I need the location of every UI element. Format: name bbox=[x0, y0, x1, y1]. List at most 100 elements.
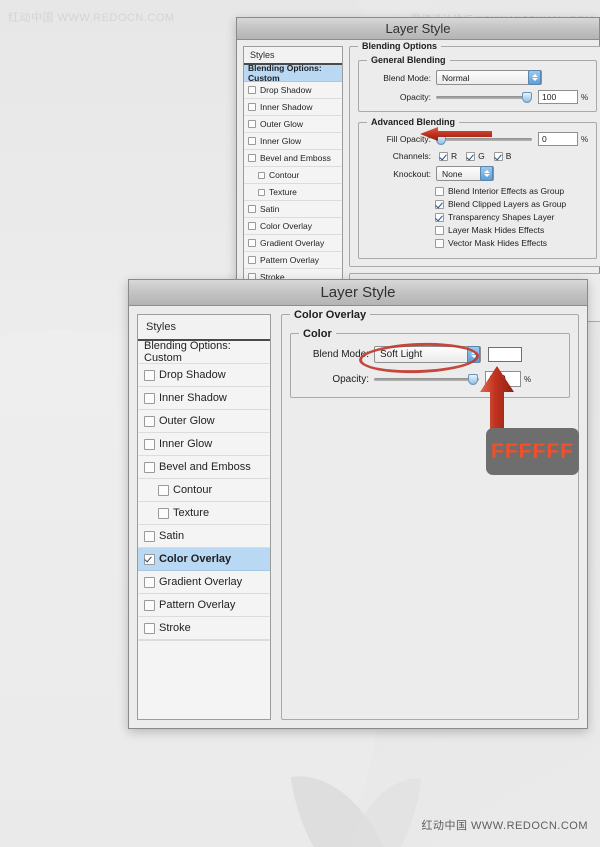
checkbox-icon[interactable] bbox=[144, 439, 155, 450]
slider-knob[interactable] bbox=[522, 92, 532, 103]
stepper-arrows-icon[interactable] bbox=[480, 166, 493, 181]
checkbox-icon[interactable] bbox=[435, 226, 444, 235]
advanced-checkbox-layer-mask-hides-effects[interactable]: Layer Mask Hides Effects bbox=[435, 225, 588, 235]
checkbox-icon[interactable] bbox=[258, 172, 265, 179]
checkbox-icon[interactable] bbox=[144, 531, 155, 542]
dialog-titlebar-bottom[interactable]: Layer Style bbox=[129, 280, 587, 306]
style-list-item-stroke[interactable]: Stroke bbox=[138, 617, 270, 640]
slider-knob[interactable] bbox=[436, 134, 446, 145]
checkbox-icon[interactable] bbox=[435, 239, 444, 248]
checkbox-icon[interactable] bbox=[144, 600, 155, 611]
color-group-label: Color bbox=[299, 328, 336, 340]
style-list-item-gradient-overlay[interactable]: Gradient Overlay bbox=[138, 571, 270, 594]
advanced-checkbox-transparency-shapes-layer[interactable]: Transparency Shapes Layer bbox=[435, 212, 588, 222]
layer-style-dialog-bottom[interactable]: Layer Style Styles Blending Options: Cus… bbox=[128, 279, 588, 729]
styles-list-empty-area bbox=[138, 640, 270, 719]
dialog-titlebar-top[interactable]: Layer Style bbox=[237, 18, 599, 40]
style-list-item-inner-shadow[interactable]: Inner Shadow bbox=[244, 99, 342, 116]
style-list-item-label: Inner Glow bbox=[260, 136, 301, 146]
checkbox-icon[interactable] bbox=[248, 222, 256, 230]
general-blending-group: General Blending Blend Mode: Normal Opac… bbox=[358, 60, 597, 112]
checkbox-icon[interactable] bbox=[248, 120, 256, 128]
checkbox-icon[interactable] bbox=[248, 205, 256, 213]
opacity-input-top[interactable]: 100 bbox=[538, 90, 578, 104]
checkbox-icon[interactable] bbox=[144, 416, 155, 427]
style-list-item-label: Texture bbox=[173, 507, 209, 519]
opacity-slider-bottom[interactable] bbox=[374, 373, 479, 386]
checkbox-icon[interactable] bbox=[248, 137, 256, 145]
fill-opacity-input[interactable]: 0 bbox=[538, 132, 578, 146]
checkbox-icon[interactable] bbox=[248, 154, 256, 162]
checkbox-icon[interactable] bbox=[248, 103, 256, 111]
checkbox-icon[interactable] bbox=[144, 554, 155, 565]
style-list-item-drop-shadow[interactable]: Drop Shadow bbox=[244, 82, 342, 99]
style-list-item-blending-options-custom[interactable]: Blending Options: Custom bbox=[244, 65, 342, 82]
style-list-item-color-overlay[interactable]: Color Overlay bbox=[244, 218, 342, 235]
checkbox-icon[interactable] bbox=[248, 239, 256, 247]
style-list-item-color-overlay[interactable]: Color Overlay bbox=[138, 548, 270, 571]
checkbox-icon[interactable] bbox=[435, 200, 444, 209]
slider-knob[interactable] bbox=[468, 374, 478, 385]
opacity-label-top: Opacity: bbox=[367, 92, 431, 102]
checkbox-icon[interactable] bbox=[248, 256, 256, 264]
opacity-input-bottom[interactable]: 100 bbox=[485, 371, 521, 387]
style-list-item-drop-shadow[interactable]: Drop Shadow bbox=[138, 364, 270, 387]
style-list-item-inner-glow[interactable]: Inner Glow bbox=[138, 433, 270, 456]
checkbox-icon[interactable] bbox=[158, 485, 169, 496]
style-list-item-pattern-overlay[interactable]: Pattern Overlay bbox=[244, 252, 342, 269]
advanced-checkbox-label: Blend Interior Effects as Group bbox=[448, 186, 564, 196]
stepper-arrows-icon[interactable] bbox=[467, 346, 480, 363]
checkbox-icon[interactable] bbox=[435, 213, 444, 222]
style-list-item-inner-glow[interactable]: Inner Glow bbox=[244, 133, 342, 150]
checkbox-icon[interactable] bbox=[439, 152, 448, 161]
advanced-checkbox-blend-clipped-layers-as-group[interactable]: Blend Clipped Layers as Group bbox=[435, 199, 588, 209]
style-list-item-pattern-overlay[interactable]: Pattern Overlay bbox=[138, 594, 270, 617]
style-list-item-satin[interactable]: Satin bbox=[138, 525, 270, 548]
styles-list-bottom[interactable]: Styles Blending Options: CustomDrop Shad… bbox=[137, 314, 271, 720]
stepper-arrows-icon[interactable] bbox=[528, 70, 541, 85]
checkbox-icon[interactable] bbox=[435, 187, 444, 196]
opacity-unit-bottom: % bbox=[524, 375, 531, 384]
knockout-select[interactable]: None bbox=[436, 166, 494, 181]
color-subgroup: Color Blend Mode: Soft Light Opacity: bbox=[290, 333, 570, 398]
style-list-item-bevel-and-emboss[interactable]: Bevel and Emboss bbox=[244, 150, 342, 167]
layer-style-dialog-top[interactable]: Layer Style Styles Blending Options: Cus… bbox=[236, 17, 600, 287]
color-swatch[interactable] bbox=[488, 347, 522, 362]
channel-g[interactable]: G bbox=[466, 151, 485, 161]
style-list-item-label: Inner Shadow bbox=[159, 392, 227, 404]
checkbox-icon[interactable] bbox=[144, 462, 155, 473]
style-list-item-bevel-and-emboss[interactable]: Bevel and Emboss bbox=[138, 456, 270, 479]
fill-opacity-slider[interactable] bbox=[436, 133, 532, 146]
style-list-item-outer-glow[interactable]: Outer Glow bbox=[138, 410, 270, 433]
style-list-item-texture[interactable]: Texture bbox=[138, 502, 270, 525]
checkbox-icon[interactable] bbox=[494, 152, 503, 161]
channel-r[interactable]: R bbox=[439, 151, 457, 161]
style-list-item-gradient-overlay[interactable]: Gradient Overlay bbox=[244, 235, 342, 252]
checkbox-icon[interactable] bbox=[466, 152, 475, 161]
advanced-checkbox-vector-mask-hides-effects[interactable]: Vector Mask Hides Effects bbox=[435, 238, 588, 248]
channel-b[interactable]: B bbox=[494, 151, 512, 161]
checkbox-icon[interactable] bbox=[144, 393, 155, 404]
style-list-item-texture[interactable]: Texture bbox=[244, 184, 342, 201]
opacity-unit-top: % bbox=[581, 93, 588, 102]
checkbox-icon[interactable] bbox=[258, 189, 265, 196]
checkbox-icon[interactable] bbox=[144, 623, 155, 634]
blend-mode-select-top[interactable]: Normal bbox=[436, 70, 542, 85]
style-list-item-satin[interactable]: Satin bbox=[244, 201, 342, 218]
checkbox-icon[interactable] bbox=[144, 577, 155, 588]
style-list-item-contour[interactable]: Contour bbox=[244, 167, 342, 184]
slider-track bbox=[436, 138, 532, 141]
advanced-checkbox-label: Layer Mask Hides Effects bbox=[448, 225, 544, 235]
blend-mode-select-bottom[interactable]: Soft Light bbox=[374, 346, 481, 363]
styles-list-top[interactable]: Styles Blending Options: CustomDrop Shad… bbox=[243, 46, 343, 286]
style-list-item-contour[interactable]: Contour bbox=[138, 479, 270, 502]
style-list-item-blending-options-custom[interactable]: Blending Options: Custom bbox=[138, 341, 270, 364]
style-list-item-outer-glow[interactable]: Outer Glow bbox=[244, 116, 342, 133]
checkbox-icon[interactable] bbox=[248, 86, 256, 94]
style-list-item-inner-shadow[interactable]: Inner Shadow bbox=[138, 387, 270, 410]
opacity-slider-top[interactable] bbox=[436, 91, 532, 104]
checkbox-icon[interactable] bbox=[144, 370, 155, 381]
advanced-checkbox-blend-interior-effects-as-group[interactable]: Blend Interior Effects as Group bbox=[435, 186, 588, 196]
checkbox-icon[interactable] bbox=[158, 508, 169, 519]
style-list-item-label: Pattern Overlay bbox=[260, 255, 319, 265]
